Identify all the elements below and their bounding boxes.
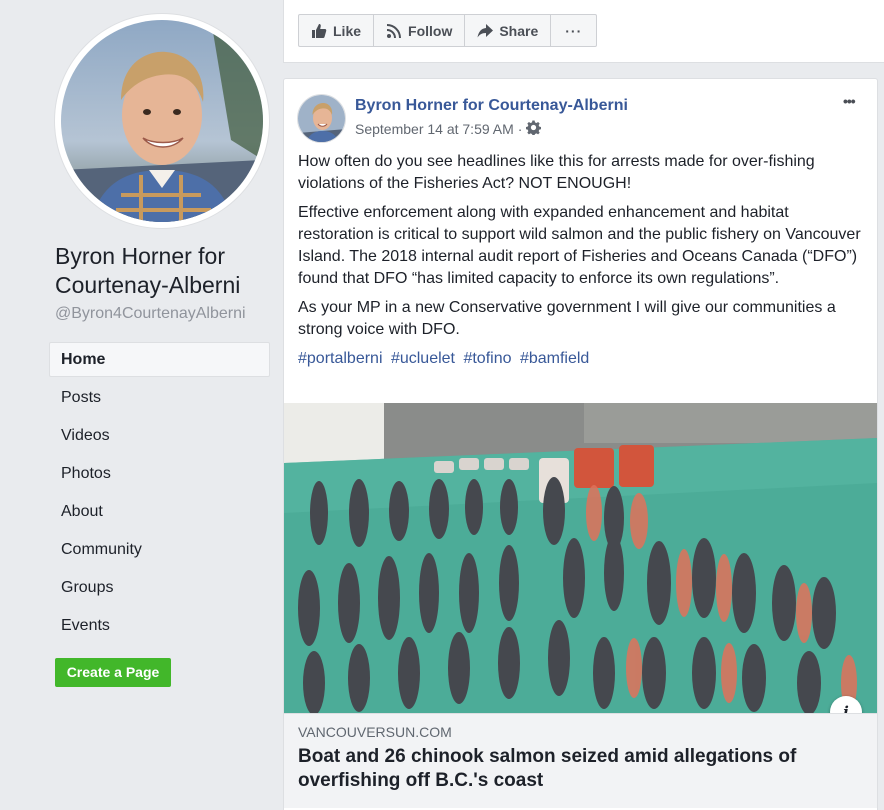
page-handle[interactable]: @Byron4CourtenayAlberni [55, 305, 246, 323]
follow-icon [386, 23, 402, 39]
post-paragraph: As your MP in a new Conservative governm… [298, 299, 836, 338]
left-column: Byron Horner for Courtenay-Alberni @Byro… [0, 0, 283, 810]
post-card: Byron Horner for Courtenay-Alberni Septe… [283, 78, 878, 810]
follow-label: Follow [408, 22, 453, 39]
more-icon: ••• [843, 93, 856, 109]
page-nav: Home Posts Videos Photos About Community… [49, 342, 270, 645]
follow-button[interactable]: Follow [374, 15, 466, 46]
share-icon [477, 23, 494, 39]
nav-item-community[interactable]: Community [49, 531, 270, 569]
like-button[interactable]: Like [299, 15, 375, 46]
post-paragraph: Effective enforcement along with expande… [298, 204, 861, 287]
link-preview-image[interactable] [284, 403, 877, 713]
page-title: Byron Horner for Courtenay-Alberni [55, 243, 241, 298]
post-options-button[interactable]: ••• [843, 93, 867, 113]
post-text: How often do you see headlines like this… [298, 151, 864, 377]
nav-item-groups[interactable]: Groups [49, 569, 270, 607]
create-page-button[interactable]: Create a Page [55, 658, 171, 687]
page-action-buttons: Like Follow Share ··· [298, 14, 598, 47]
page-actions-card: Like Follow Share ··· [283, 0, 884, 63]
profile-picture[interactable] [61, 20, 263, 222]
nav-item-videos[interactable]: Videos [49, 417, 270, 455]
post-timestamp[interactable]: September 14 at 7:59 AM [355, 121, 514, 137]
more-actions-button[interactable]: ··· [551, 15, 596, 46]
post-hashtags: #portalberni #ucluelet #tofino #bamfield [298, 348, 864, 370]
hashtag-link[interactable]: #ucluelet [391, 350, 455, 367]
share-label: Share [499, 22, 539, 39]
meta-separator: · [517, 121, 523, 137]
hashtag-link[interactable]: #bamfield [520, 350, 589, 367]
like-icon [311, 23, 327, 39]
share-button[interactable]: Share [465, 15, 552, 46]
link-preview-meta[interactable]: VANCOUVERSUN.COM Boat and 26 chinook sal… [284, 713, 877, 808]
profile-picture-frame[interactable] [55, 14, 269, 228]
post-meta: September 14 at 7:59 AM · [355, 120, 542, 138]
post-paragraph: How often do you see headlines like this… [298, 153, 815, 192]
nav-item-photos[interactable]: Photos [49, 455, 270, 493]
link-title[interactable]: Boat and 26 chinook salmon seized amid a… [298, 745, 863, 793]
post-author-link[interactable]: Byron Horner for Courtenay-Alberni [355, 97, 628, 115]
nav-item-events[interactable]: Events [49, 607, 270, 645]
nav-item-home[interactable]: Home [49, 342, 270, 377]
gear-icon[interactable] [526, 120, 542, 138]
more-icon: ··· [565, 22, 583, 39]
hashtag-link[interactable]: #portalberni [298, 350, 383, 367]
nav-item-about[interactable]: About [49, 493, 270, 531]
nav-item-posts[interactable]: Posts [49, 379, 270, 417]
hashtag-link[interactable]: #tofino [463, 350, 511, 367]
like-label: Like [333, 22, 362, 39]
link-domain: VANCOUVERSUN.COM [298, 724, 452, 740]
post-author-avatar[interactable] [297, 94, 346, 143]
